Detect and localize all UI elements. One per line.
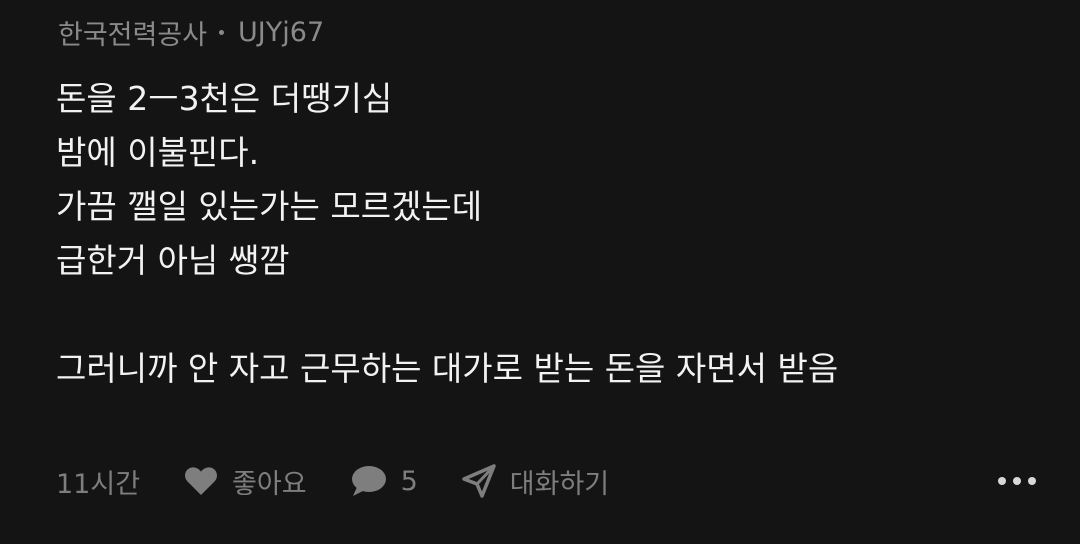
comment-line-blank (56, 288, 1036, 342)
dot (1013, 477, 1021, 485)
comment-line: 급한거 아님 쌩깜 (56, 241, 290, 280)
comment-card: 한국전력공사 UJYj67 돈을 2ㅡ3천은 더땡기심 밤에 이불핀다. 가끔 … (0, 0, 1080, 544)
chat-button[interactable]: 대화하기 (462, 462, 609, 501)
reply-button[interactable]: 5 (351, 465, 418, 497)
comment-line: 가끔 깰일 있는가는 모르겠는데 (56, 187, 483, 226)
reply-count: 5 (400, 465, 418, 497)
user-id: UJYj67 (238, 16, 325, 48)
like-label: 좋아요 (232, 468, 307, 500)
comment-body: 돈을 2ㅡ3천은 더땡기심 밤에 이불핀다. 가끔 깰일 있는가는 모르겠는데 … (56, 72, 1036, 396)
comment-line: 돈을 2ㅡ3천은 더땡기심 (56, 79, 393, 118)
author-name[interactable]: 한국전력공사 (58, 13, 207, 52)
timestamp: 11시간 (56, 468, 141, 500)
like-button[interactable]: 좋아요 (184, 462, 307, 501)
comment-line: 밤에 이불핀다. (56, 133, 260, 172)
comment-actions: 11시간 좋아요 5 대화하기 (56, 458, 1036, 504)
separator-dot (219, 29, 225, 35)
comment-line: 그러니까 안 자고 근무하는 대가로 받는 돈을 자면서 받음 (56, 349, 839, 388)
dot (1028, 477, 1036, 485)
chat-label: 대화하기 (509, 468, 610, 500)
more-dots-icon[interactable] (998, 458, 1036, 504)
comment-meta: 한국전력공사 UJYj67 (58, 12, 324, 52)
dot (998, 477, 1006, 485)
speech-bubble-icon (351, 465, 387, 497)
paper-plane-icon (462, 464, 496, 498)
heart-icon (184, 466, 218, 496)
